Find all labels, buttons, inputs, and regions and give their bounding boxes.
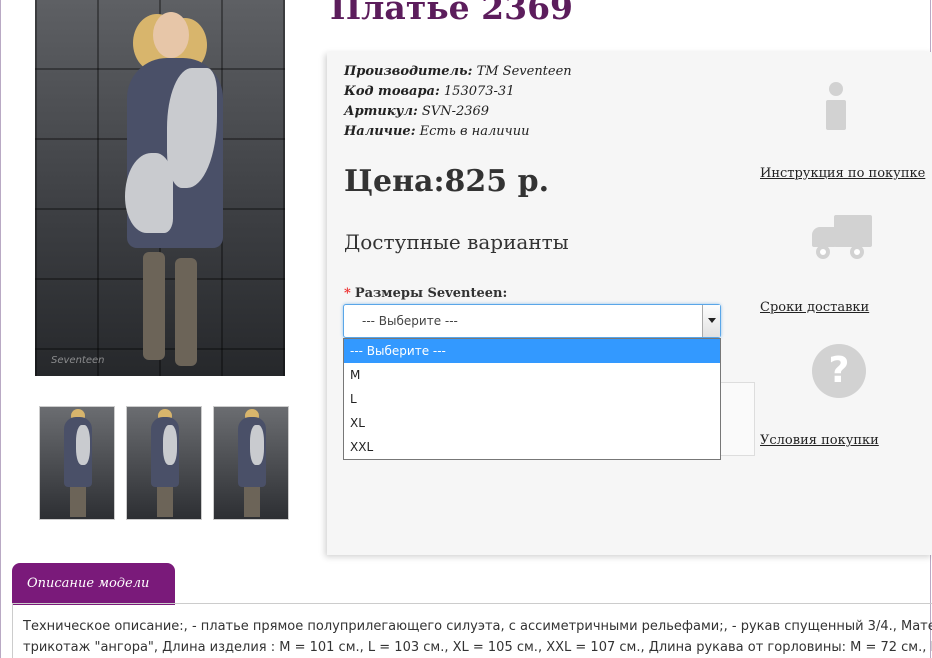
delivery-terms-link[interactable]: Сроки доставки <box>760 300 869 315</box>
variants-heading: Доступные варианты <box>344 230 569 254</box>
model-dress <box>125 58 223 248</box>
spec-manufacturer: Производитель: TM Seventeen <box>344 62 572 82</box>
info-icon-bar <box>826 100 846 130</box>
model-boot-left <box>143 252 165 360</box>
spec-value: Есть в наличии <box>419 124 530 139</box>
thumbnail-1[interactable] <box>39 406 115 520</box>
description-line-1: Техническое описание:, - платье прямое п… <box>23 619 932 634</box>
thumbnail-3[interactable] <box>213 406 289 520</box>
spec-label: Артикул: <box>344 104 418 119</box>
size-option-placeholder[interactable]: --- Выберите --- <box>344 339 720 363</box>
product-details-card: Производитель: TM Seventeen Код товара: … <box>327 52 932 555</box>
thumb-figure <box>64 417 92 487</box>
size-label-text: Размеры Seventeen: <box>354 286 508 301</box>
size-label: * Размеры Seventeen: <box>344 286 507 301</box>
size-select-value: --- Выберите --- <box>362 314 458 328</box>
thumb-legs <box>157 487 173 517</box>
required-mark: * <box>344 286 351 301</box>
product-main-photo[interactable]: Seventeen <box>35 0 285 376</box>
chevron-down-icon[interactable] <box>702 305 720 337</box>
truck-box <box>834 215 872 247</box>
spec-label: Код товара: <box>344 84 440 99</box>
tab-model-description[interactable]: Описание модели <box>12 563 175 605</box>
photo-signature: Seventeen <box>51 355 105 366</box>
info-icon-dot <box>829 82 843 96</box>
question-icon: ? <box>812 344 866 398</box>
truck-wheel <box>816 245 830 259</box>
size-option-l[interactable]: L <box>344 387 720 411</box>
spec-label: Наличие: <box>344 124 416 139</box>
truck-wheel <box>850 245 864 259</box>
size-select[interactable]: --- Выберите --- <box>343 304 721 338</box>
size-option-xxl[interactable]: XXL <box>344 435 720 459</box>
model-boot-right <box>175 258 197 366</box>
spec-value: SVN-2369 <box>421 104 490 119</box>
thumbnail-strip <box>39 406 289 520</box>
size-dropdown-list: --- Выберите --- M L XL XXL <box>343 338 721 460</box>
thumb-figure <box>238 417 266 487</box>
size-option-m[interactable]: M <box>344 363 720 387</box>
product-title: Платье 2369 <box>330 0 573 27</box>
purchase-conditions-link[interactable]: Условия покупки <box>760 433 879 448</box>
spec-availability: Наличие: Есть в наличии <box>344 122 572 142</box>
spec-value: 153073-31 <box>443 84 515 99</box>
thumbnail-2[interactable] <box>126 406 202 520</box>
description-content: Техническое описание:, - платье прямое п… <box>12 603 932 658</box>
spec-value: TM Seventeen <box>476 64 572 79</box>
thumb-figure <box>151 417 179 487</box>
model-head <box>153 12 189 58</box>
purchase-instruction-link[interactable]: Инструкция по покупке <box>760 166 925 181</box>
thumb-legs <box>244 487 260 517</box>
spec-product-code: Код товара: 153073-31 <box>344 82 572 102</box>
truck-cab <box>812 227 836 247</box>
product-price: Цена:825 р. <box>344 164 550 199</box>
truck-icon <box>812 215 874 265</box>
info-icon <box>824 82 848 130</box>
spec-article: Артикул: SVN-2369 <box>344 102 572 122</box>
size-option-xl[interactable]: XL <box>344 411 720 435</box>
product-specs: Производитель: TM Seventeen Код товара: … <box>344 62 572 142</box>
spec-label: Производитель: <box>344 64 473 79</box>
description-line-2: трикотаж "ангора", Длина изделия : M = 1… <box>23 640 932 655</box>
thumb-legs <box>70 487 86 517</box>
page-left-border <box>0 0 1 658</box>
